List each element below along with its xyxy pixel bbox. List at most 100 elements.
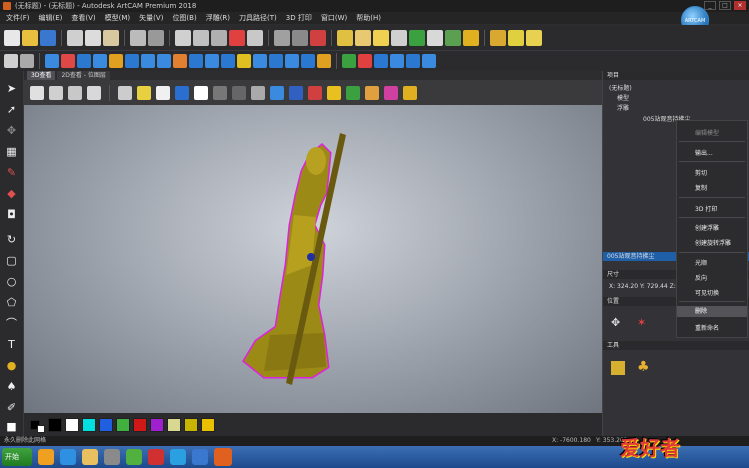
- relief-stack-icon[interactable]: [374, 54, 388, 68]
- relief-reset-icon[interactable]: [269, 54, 283, 68]
- paint-icon[interactable]: ◆: [3, 186, 20, 201]
- transform-axis-icon[interactable]: ✥: [611, 316, 620, 329]
- select-arrow-icon[interactable]: ➤: [3, 81, 20, 96]
- color-swatch-cyan[interactable]: [82, 417, 96, 432]
- copy-icon[interactable]: [85, 29, 101, 46]
- color-swatch-red[interactable]: [133, 417, 147, 432]
- menu-item-reverse[interactable]: 反向: [695, 273, 707, 282]
- menu-help[interactable]: 帮助(H): [356, 13, 381, 23]
- star-icon[interactable]: [391, 29, 407, 46]
- menu-item-create-spin-relief[interactable]: 创建旋转浮雕: [695, 238, 731, 247]
- rotate-icon[interactable]: ↻: [3, 232, 20, 247]
- color-swatch-khaki[interactable]: [167, 417, 181, 432]
- layer-view-icon[interactable]: [289, 85, 303, 100]
- relief-smooth-icon[interactable]: [189, 54, 203, 68]
- front-view-icon[interactable]: [49, 85, 63, 100]
- relief-raise-icon[interactable]: [45, 54, 59, 68]
- eraser-icon[interactable]: [274, 29, 290, 46]
- relief-flatten-icon[interactable]: [390, 54, 404, 68]
- red-app-icon[interactable]: [148, 449, 164, 465]
- menu-toolpath[interactable]: 刀具路径(T): [239, 13, 277, 23]
- menu-item-visible-toggle[interactable]: 可见切换: [695, 288, 719, 297]
- menu-item-3d-print[interactable]: 3D 打印: [695, 204, 717, 213]
- camera-icon[interactable]: ◘: [3, 207, 20, 222]
- shade-icon[interactable]: [213, 85, 227, 100]
- menu-item-rename[interactable]: 重新命名: [695, 323, 719, 332]
- new-file-icon[interactable]: [4, 29, 20, 46]
- 3d-viewport[interactable]: [24, 105, 602, 413]
- color-swatch-green[interactable]: [116, 417, 130, 432]
- tab-2d-view[interactable]: 2D查看 - 位图层: [57, 71, 110, 80]
- iso-view-icon[interactable]: [30, 85, 44, 100]
- menu-file[interactable]: 文件(F): [6, 13, 30, 23]
- light-bulb-icon[interactable]: [137, 85, 151, 100]
- relief-spin-icon[interactable]: [157, 54, 171, 68]
- relief-blend-icon[interactable]: [422, 54, 436, 68]
- material-icon[interactable]: [232, 85, 246, 100]
- relief-slice-icon[interactable]: [317, 54, 331, 68]
- relief-layer-icon[interactable]: [221, 54, 235, 68]
- relief-add-icon[interactable]: [93, 54, 107, 68]
- media-player-icon[interactable]: [104, 449, 120, 465]
- layer-red-icon[interactable]: [308, 85, 322, 100]
- wave-icon[interactable]: [508, 29, 524, 46]
- vector-select-icon[interactable]: [310, 29, 326, 46]
- colored-layers-icon[interactable]: [384, 85, 398, 100]
- arrow-app-icon[interactable]: [192, 449, 208, 465]
- zoom-icon[interactable]: [4, 54, 18, 68]
- polygon-icon[interactable]: ⬠: [3, 295, 20, 310]
- color-swatch-white[interactable]: [65, 417, 79, 432]
- paste-icon[interactable]: [103, 29, 119, 46]
- vector-arrow-icon[interactable]: [355, 29, 371, 46]
- maximize-button[interactable]: □: [719, 1, 731, 10]
- relief-tool-icon[interactable]: [611, 361, 625, 375]
- menu-window[interactable]: 窗口(W): [321, 13, 347, 23]
- target-icon[interactable]: [20, 54, 34, 68]
- relief-shape-icon[interactable]: [125, 54, 139, 68]
- relief-sculpt-icon[interactable]: [173, 54, 187, 68]
- cloud-app-icon[interactable]: [170, 449, 186, 465]
- relief-mirror-icon[interactable]: [285, 54, 299, 68]
- menu-edit[interactable]: 编辑(E): [39, 13, 63, 23]
- brush-icon[interactable]: ♠: [3, 379, 20, 394]
- redo-icon[interactable]: [148, 29, 164, 46]
- transform-icon[interactable]: [247, 29, 263, 46]
- menu-item-export[interactable]: 输出...: [695, 148, 713, 157]
- windows-logo-icon[interactable]: [38, 449, 54, 465]
- gold-material-icon[interactable]: [327, 85, 341, 100]
- relief-bake-icon[interactable]: [406, 54, 420, 68]
- node-edit-icon[interactable]: [229, 29, 245, 46]
- menu-vector[interactable]: 矢量(V): [139, 13, 163, 23]
- relief-offset-icon[interactable]: [205, 54, 219, 68]
- sculpt-icon[interactable]: ✐: [3, 400, 20, 415]
- axis-icon[interactable]: [175, 85, 189, 100]
- grid-icon[interactable]: [445, 29, 461, 46]
- add-relief-icon[interactable]: [342, 54, 356, 68]
- transform-grid-icon[interactable]: ▦: [3, 144, 20, 159]
- menu-item-edit-model[interactable]: 编辑模型: [695, 128, 719, 137]
- zoom-view-icon[interactable]: [118, 85, 132, 100]
- relief-lower-icon[interactable]: [61, 54, 75, 68]
- text-icon[interactable]: T: [3, 337, 20, 352]
- secondary-color-swatch[interactable]: [37, 424, 45, 433]
- folder-vector-icon[interactable]: [337, 29, 353, 46]
- menu-item-delete[interactable]: 删除: [677, 306, 747, 317]
- move-icon[interactable]: ✥: [3, 123, 20, 138]
- relief-wrap-icon[interactable]: [237, 54, 251, 68]
- menu-3d-print[interactable]: 3D 打印: [286, 13, 312, 23]
- rectangle-icon[interactable]: ▢: [3, 253, 20, 268]
- tree-root[interactable]: (无标题): [609, 83, 632, 92]
- undo-icon[interactable]: [130, 29, 146, 46]
- explorer-folder-icon[interactable]: [82, 449, 98, 465]
- align-top-icon[interactable]: [193, 29, 209, 46]
- side-view-icon[interactable]: [68, 85, 82, 100]
- sculpt-tool-icon[interactable]: ♣: [637, 359, 650, 375]
- wireframe-icon[interactable]: [251, 85, 265, 100]
- statue-model[interactable]: [24, 105, 602, 413]
- color-swatch-blue[interactable]: [99, 417, 113, 432]
- top-view-icon[interactable]: [87, 85, 101, 100]
- fill-drop-icon[interactable]: ●: [3, 358, 20, 373]
- open-folder-icon[interactable]: [22, 29, 38, 46]
- minimize-button[interactable]: _: [704, 1, 716, 10]
- rotate-axis-icon[interactable]: ✶: [637, 316, 646, 329]
